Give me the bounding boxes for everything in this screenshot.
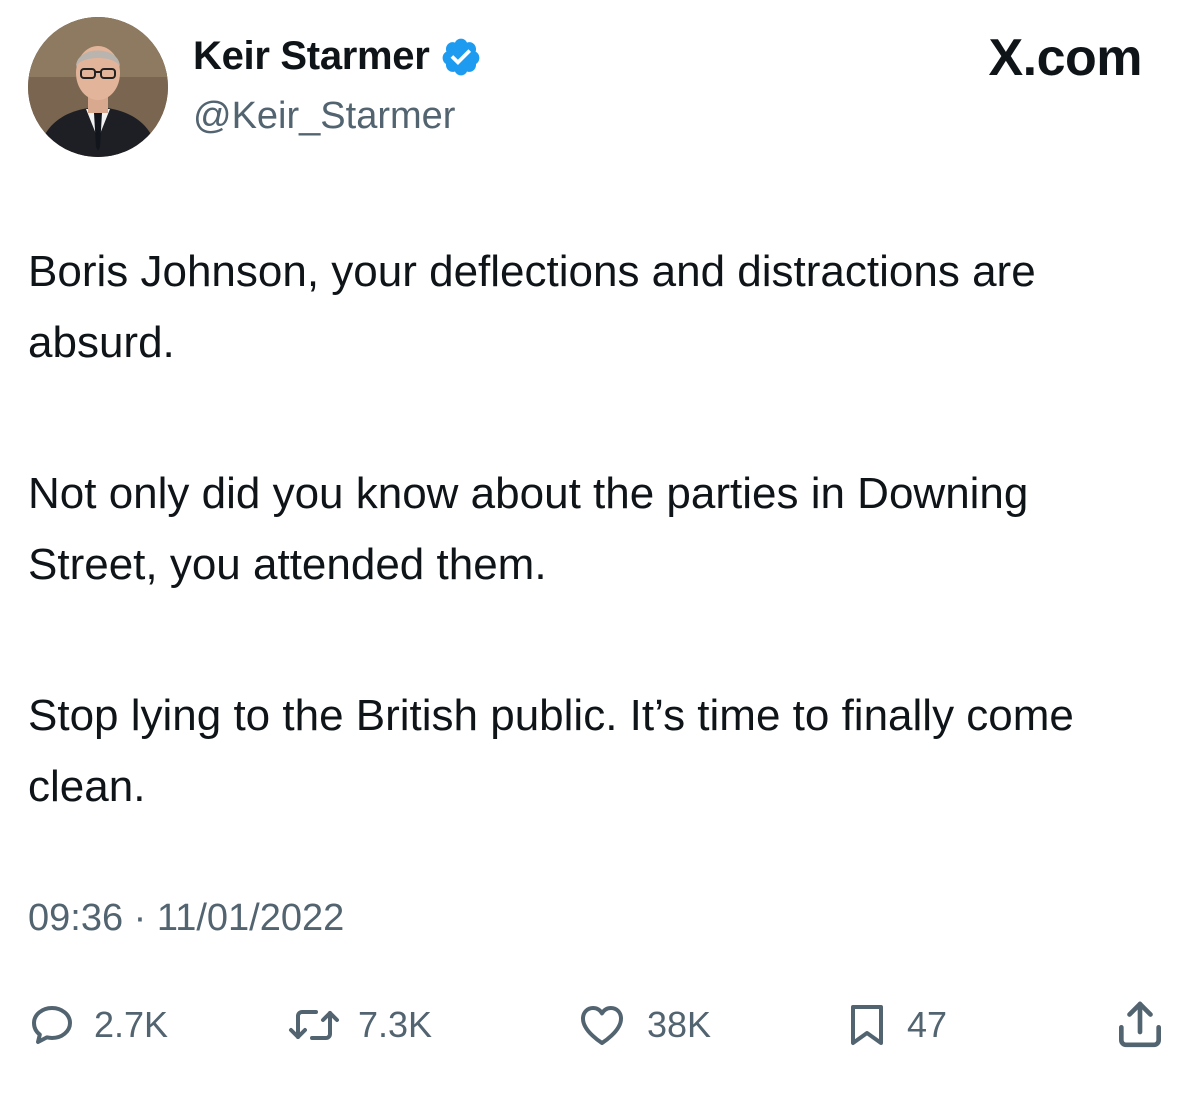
verified-badge-icon (442, 38, 479, 75)
timestamp-separator: · (133, 897, 147, 939)
tweet-text: Boris Johnson, your deflections and dist… (28, 236, 1168, 822)
repost-count: 7.3K (358, 1004, 433, 1045)
bookmark-count: 47 (907, 1004, 948, 1045)
repost-button[interactable]: 7.3K (288, 990, 432, 1060)
tweet-paragraph: Stop lying to the British public. It’s t… (28, 691, 1074, 811)
reply-icon (32, 1006, 72, 1044)
tweet-paragraph: Not only did you know about the parties … (28, 469, 1029, 589)
action-bar: 2.7K 7.3K 38K 47 (0, 990, 1200, 1060)
tweet-timestamp[interactable]: 09:36 · 11/01/2022 (28, 897, 344, 940)
like-count: 38K (647, 1004, 712, 1045)
tweet-date: 11/01/2022 (156, 897, 345, 939)
share-button[interactable] (1112, 990, 1168, 1060)
author-name-row[interactable]: Keir Starmer (193, 34, 482, 79)
reply-count: 2.7K (94, 1004, 169, 1045)
author-handle[interactable]: @Keir_Starmer (193, 95, 455, 138)
brand-watermark: X.com (988, 29, 1142, 87)
tweet-paragraph: Boris Johnson, your deflections and dist… (28, 247, 1036, 367)
tweet-time: 09:36 (28, 897, 124, 939)
avatar[interactable] (28, 17, 168, 157)
reply-button[interactable]: 2.7K (28, 990, 168, 1060)
repost-icon (289, 1010, 339, 1040)
author-display-name[interactable]: Keir Starmer (193, 34, 430, 79)
profile-photo (28, 17, 168, 157)
heart-icon (581, 1006, 623, 1045)
bookmark-button[interactable]: 47 (845, 990, 947, 1060)
like-button[interactable]: 38K (575, 990, 711, 1060)
share-icon (1119, 1001, 1161, 1048)
bookmark-icon (851, 1005, 883, 1045)
